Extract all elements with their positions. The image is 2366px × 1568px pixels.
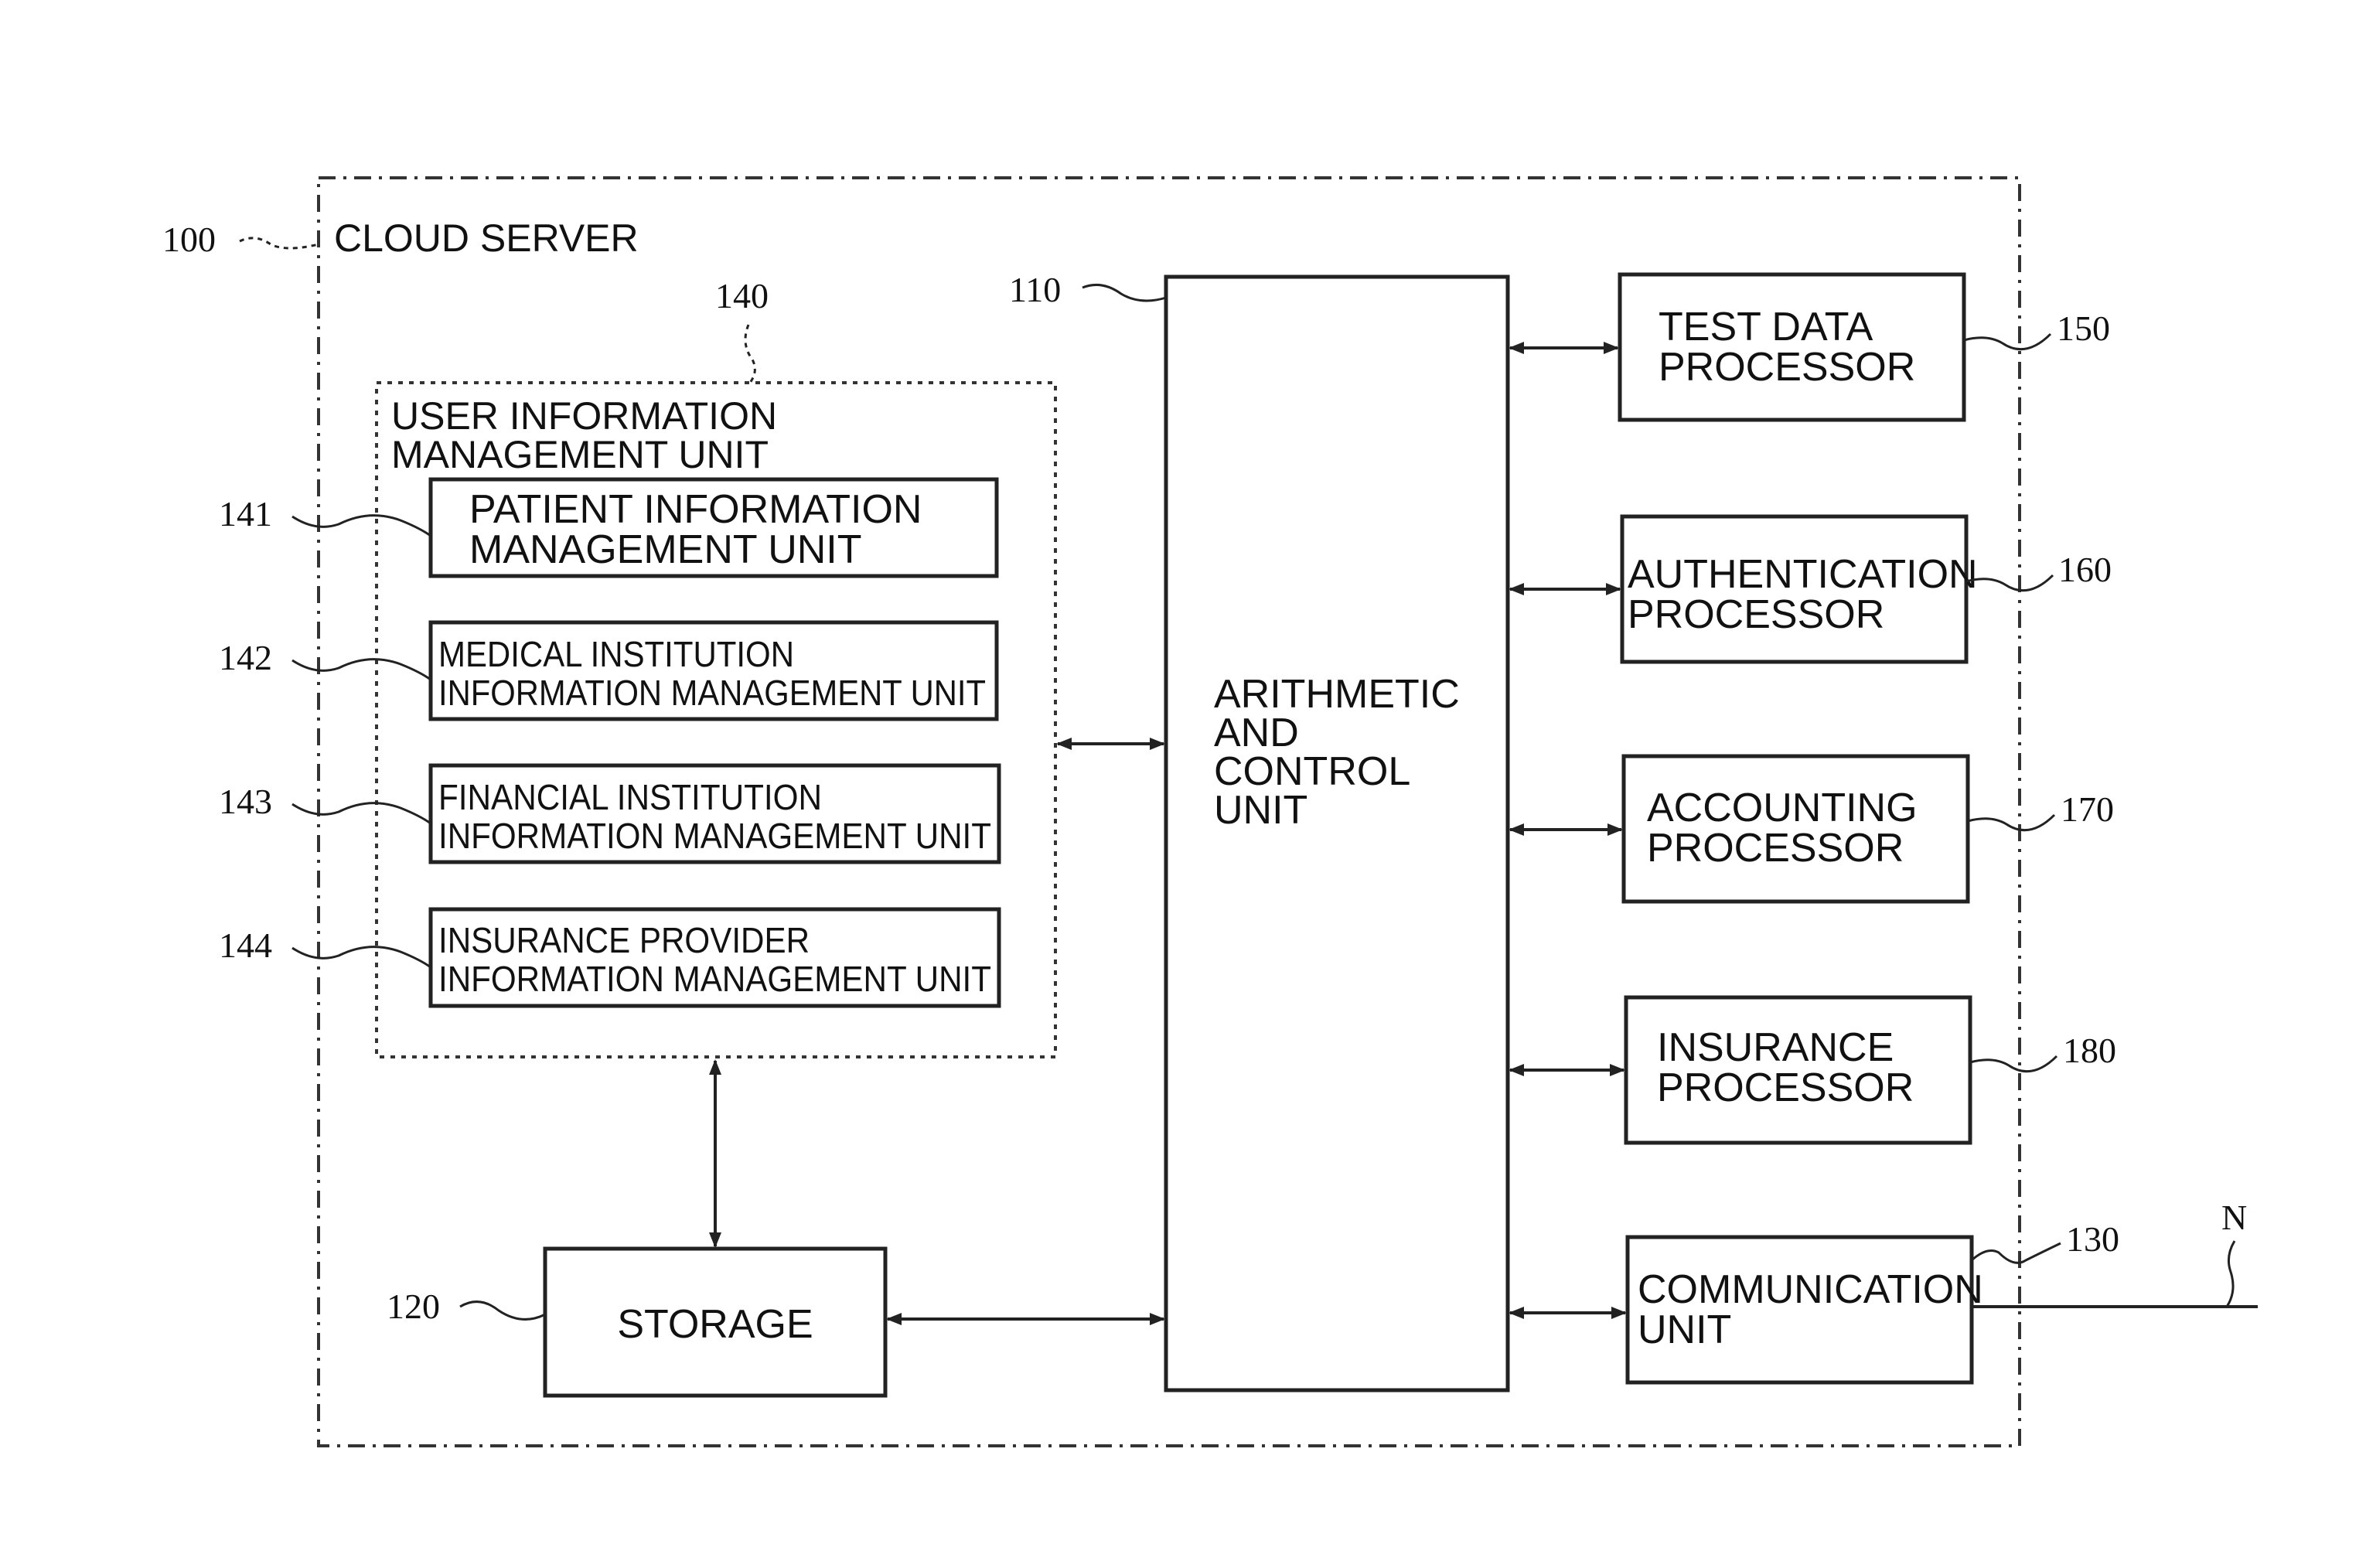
financial-institution-info-management-unit: FINANCIAL INSTITUTION INFORMATION MANAGE…: [219, 763, 1001, 864]
cloud-server-label: CLOUD SERVER: [334, 216, 639, 260]
leader-170: [1967, 813, 2056, 832]
unit-144-line1: INSURANCE PROVIDER: [438, 920, 810, 960]
leader-141: [291, 514, 431, 537]
proc-150-line1: TEST DATA: [1659, 305, 1873, 349]
patient-info-management-unit: PATIENT INFORMATION MANAGEMENT UNIT 141: [219, 477, 999, 578]
leader-144: [291, 946, 431, 969]
accounting-processor: ACCOUNTING PROCESSOR 170: [1621, 754, 2114, 904]
block-diagram: 100 CLOUD SERVER 140 USER INFORMATION MA…: [162, 176, 2258, 1447]
ref-140: 140: [715, 276, 769, 315]
insurance-processor: INSURANCE PROCESSOR 180: [1624, 995, 2116, 1145]
leader-150: [1963, 332, 2052, 351]
network-label: N: [2221, 1198, 2247, 1237]
proc-160-line1: AUTHENTICATION: [1628, 552, 1978, 597]
ref-150: 150: [2057, 308, 2110, 348]
communication-unit: COMMUNICATION UNIT 130: [1625, 1219, 2119, 1385]
medical-institution-info-management-unit: MEDICAL INSTITUTION INFORMATION MANAGEME…: [219, 620, 999, 721]
arithmetic-control-unit: ARITHMETIC AND CONTROL UNIT 110: [1009, 270, 1510, 1392]
test-data-processor: TEST DATA PROCESSOR 150: [1618, 272, 2110, 422]
proc-170-line1: ACCOUNTING: [1647, 786, 1918, 830]
ref-143: 143: [219, 782, 272, 821]
leader-130: [1970, 1242, 2061, 1264]
proc-160-line2: PROCESSOR: [1628, 592, 1884, 637]
leader-n: [2225, 1240, 2236, 1307]
user-info-title-line2: MANAGEMENT UNIT: [391, 433, 769, 476]
proc-180-line1: INSURANCE: [1657, 1025, 1894, 1070]
leader-140: [744, 324, 756, 383]
comm-line1: COMMUNICATION: [1638, 1267, 1983, 1312]
user-info-title-line1: USER INFORMATION: [391, 394, 777, 438]
unit-141-line2: MANAGEMENT UNIT: [469, 527, 862, 572]
unit-142-line1: MEDICAL INSTITUTION: [438, 634, 794, 674]
ref-110: 110: [1009, 270, 1061, 309]
ref-100: 100: [162, 220, 216, 259]
proc-170-line2: PROCESSOR: [1647, 826, 1904, 871]
unit-141-line1: PATIENT INFORMATION: [469, 487, 922, 532]
ref-170: 170: [2061, 789, 2114, 829]
leader-120: [459, 1300, 546, 1321]
comm-line2: UNIT: [1638, 1307, 1731, 1352]
ref-142: 142: [219, 638, 272, 677]
leader-100: [239, 237, 319, 250]
ref-144: 144: [219, 925, 272, 965]
proc-150-line2: PROCESSOR: [1659, 345, 1915, 390]
ref-141: 141: [219, 494, 272, 533]
authentication-processor: AUTHENTICATION PROCESSOR 160: [1620, 514, 2112, 664]
storage: STORAGE 120: [387, 1246, 888, 1398]
proc-180-line2: PROCESSOR: [1657, 1065, 1914, 1110]
unit-144-line2: INFORMATION MANAGEMENT UNIT: [438, 959, 991, 999]
unit-143-line2: INFORMATION MANAGEMENT UNIT: [438, 816, 991, 856]
insurance-provider-info-management-unit: INSURANCE PROVIDER INFORMATION MANAGEMEN…: [219, 907, 1001, 1008]
ref-180: 180: [2063, 1031, 2116, 1070]
leader-143: [291, 802, 431, 825]
acu-line4: UNIT: [1214, 788, 1307, 833]
leader-142: [291, 658, 431, 681]
leader-160: [1965, 574, 2054, 592]
leader-180: [1969, 1055, 2058, 1073]
unit-143-line1: FINANCIAL INSTITUTION: [438, 777, 822, 817]
storage-label: STORAGE: [617, 1302, 813, 1347]
ref-120: 120: [387, 1287, 440, 1326]
user-info-management-unit: 140 USER INFORMATION MANAGEMENT UNIT PAT…: [219, 276, 1057, 1058]
ref-130: 130: [2066, 1219, 2119, 1259]
ref-160: 160: [2058, 550, 2112, 589]
unit-142-line2: INFORMATION MANAGEMENT UNIT: [438, 673, 986, 713]
leader-110: [1082, 283, 1167, 302]
